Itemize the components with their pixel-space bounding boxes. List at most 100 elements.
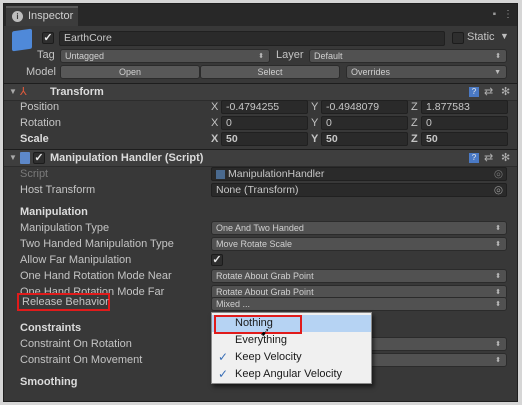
one-hand-near-label: One Hand Rotation Mode Near xyxy=(20,270,172,282)
position-z-axis[interactable]: Z xyxy=(411,101,418,113)
inspector-window: i Inspector ▪ ⋮ ✓ EarthCore Static ▼ Tag… xyxy=(3,3,518,402)
object-picker-icon: ◎ xyxy=(493,168,503,180)
layer-dropdown[interactable]: Default ⬍ xyxy=(309,49,507,63)
one-hand-near-dropdown[interactable]: Rotate About Grab Point ⬍ xyxy=(211,269,507,283)
rotation-label: Rotation xyxy=(20,117,61,129)
component-enabled-checkbox[interactable]: ✓ xyxy=(33,152,45,164)
updown-icon: ⬍ xyxy=(258,53,264,60)
scale-x-axis[interactable]: X xyxy=(211,133,218,145)
tag-value: Untagged xyxy=(65,51,105,61)
position-label: Position xyxy=(20,101,60,113)
layer-label: Layer xyxy=(276,49,304,61)
release-behavior-menu: Nothing ➹ Everything ✓ Keep Velocity ✓ K… xyxy=(211,312,372,384)
updown-icon: ⬍ xyxy=(495,225,501,232)
updown-icon: ⬍ xyxy=(495,341,501,348)
scale-y-axis[interactable]: Y xyxy=(311,133,318,145)
layer-value: Default xyxy=(314,51,343,61)
transform-title: Transform xyxy=(50,86,104,98)
manipulation-type-dropdown[interactable]: One And Two Handed ⬍ xyxy=(211,221,507,235)
manipulation-type-label: Manipulation Type xyxy=(20,222,110,234)
scale-label: Scale xyxy=(20,133,49,145)
tag-dropdown[interactable]: Untagged ⬍ xyxy=(60,49,270,63)
chevron-down-icon: ▼ xyxy=(494,69,501,76)
overrides-label: Overrides xyxy=(351,67,391,77)
position-y-field[interactable]: -0.4948079 xyxy=(321,100,408,114)
one-hand-near-value: Rotate About Grab Point xyxy=(216,271,314,281)
position-y-axis[interactable]: Y xyxy=(311,101,318,113)
updown-icon: ⬍ xyxy=(495,241,501,248)
two-handed-dropdown[interactable]: Move Rotate Scale ⬍ xyxy=(211,237,507,251)
foldout-arrow-icon: ▼ xyxy=(9,153,17,162)
host-transform-label: Host Transform xyxy=(20,184,96,196)
manipulation-section-header: Manipulation xyxy=(20,206,88,218)
model-label: Model xyxy=(26,66,56,78)
menu-item-keep-velocity[interactable]: ✓ Keep Velocity xyxy=(212,349,371,366)
host-transform-value: None (Transform) xyxy=(216,184,299,196)
updown-icon: ⬍ xyxy=(495,301,501,308)
active-checkbox[interactable]: ✓ xyxy=(42,32,54,44)
checkmark-icon: ✓ xyxy=(218,367,229,381)
scale-x-field[interactable]: 50 xyxy=(221,132,308,146)
script-icon xyxy=(20,152,30,164)
position-z-field[interactable]: 1.877583 xyxy=(421,100,508,114)
allow-far-label: Allow Far Manipulation xyxy=(20,254,132,266)
preset-icon[interactable]: ⇄ xyxy=(484,85,493,98)
position-x-axis[interactable]: X xyxy=(211,101,218,113)
script-label: Script xyxy=(20,168,49,180)
manipulation-type-value: One And Two Handed xyxy=(216,223,304,233)
tag-label: Tag xyxy=(37,49,55,61)
menu-item-label: Everything xyxy=(235,334,287,346)
static-checkbox[interactable] xyxy=(452,32,464,44)
static-dropdown-icon[interactable]: ▼ xyxy=(500,31,509,41)
help-icon[interactable]: ? xyxy=(469,153,479,163)
object-name-field[interactable]: EarthCore xyxy=(59,31,445,46)
rotation-x-axis[interactable]: X xyxy=(211,117,218,129)
release-behavior-value: Mixed ... xyxy=(216,299,251,309)
transform-icon: ⅄ xyxy=(20,86,27,98)
smoothing-section-header: Smoothing xyxy=(20,376,78,388)
preset-icon[interactable]: ⇄ xyxy=(484,151,493,164)
two-handed-label: Two Handed Manipulation Type xyxy=(20,238,174,250)
help-icon[interactable]: ? xyxy=(469,87,479,97)
manipulation-handler-title: Manipulation Handler (Script) xyxy=(50,152,204,164)
settings-gear-icon[interactable]: ✻ xyxy=(501,151,510,164)
settings-gear-icon[interactable]: ✻ xyxy=(501,85,510,98)
menu-item-everything[interactable]: Everything xyxy=(212,332,371,349)
rotation-y-axis[interactable]: Y xyxy=(311,117,318,129)
constraints-section-header: Constraints xyxy=(20,322,82,334)
cube-icon xyxy=(12,28,32,52)
model-overrides-dropdown[interactable]: Overrides ▼ xyxy=(346,65,507,79)
manipulation-handler-header[interactable]: ▼ ✓ Manipulation Handler (Script) ? ⇄ ✻ xyxy=(4,149,517,167)
menu-item-label: Keep Angular Velocity xyxy=(235,368,343,380)
position-x-field[interactable]: -0.4794255 xyxy=(221,100,308,114)
scale-z-field[interactable]: 50 xyxy=(421,132,508,146)
release-behavior-dropdown[interactable]: Mixed ... ⬍ xyxy=(211,297,507,311)
foldout-arrow-icon: ▼ xyxy=(9,87,17,96)
tab-bar: i Inspector ▪ ⋮ xyxy=(4,4,517,26)
info-icon: i xyxy=(12,11,23,22)
one-hand-far-value: Rotate About Grab Point xyxy=(216,287,314,297)
rotation-z-field[interactable]: 0 xyxy=(421,116,508,130)
rotation-y-field[interactable]: 0 xyxy=(321,116,408,130)
tab-inspector-label: Inspector xyxy=(28,10,74,22)
rotation-x-field[interactable]: 0 xyxy=(221,116,308,130)
object-picker-icon[interactable]: ◎ xyxy=(494,184,503,196)
model-select-button[interactable]: Select xyxy=(200,65,340,79)
model-open-button[interactable]: Open xyxy=(60,65,200,79)
release-behavior-label: Release Behavior xyxy=(17,293,110,311)
script-value: ManipulationHandler xyxy=(228,168,325,180)
updown-icon: ⬍ xyxy=(495,53,501,60)
tab-inspector[interactable]: i Inspector xyxy=(6,6,78,26)
lock-menu-icon[interactable]: ▪ ⋮ xyxy=(493,9,515,20)
constraint-rotation-label: Constraint On Rotation xyxy=(20,338,132,350)
rotation-z-axis[interactable]: Z xyxy=(411,117,418,129)
script-field: ManipulationHandler ◎ xyxy=(211,167,507,181)
menu-item-keep-angular-velocity[interactable]: ✓ Keep Angular Velocity xyxy=(212,366,371,383)
scale-y-field[interactable]: 50 xyxy=(321,132,408,146)
smoothing-active-label xyxy=(20,392,100,401)
transform-header[interactable]: ▼ ⅄ Transform ? ⇄ ✻ xyxy=(4,83,517,101)
scale-z-axis[interactable]: Z xyxy=(411,133,418,145)
updown-icon: ⬍ xyxy=(495,357,501,364)
allow-far-checkbox[interactable]: ✓ xyxy=(211,254,223,266)
host-transform-field[interactable]: None (Transform) ◎ xyxy=(211,183,507,197)
